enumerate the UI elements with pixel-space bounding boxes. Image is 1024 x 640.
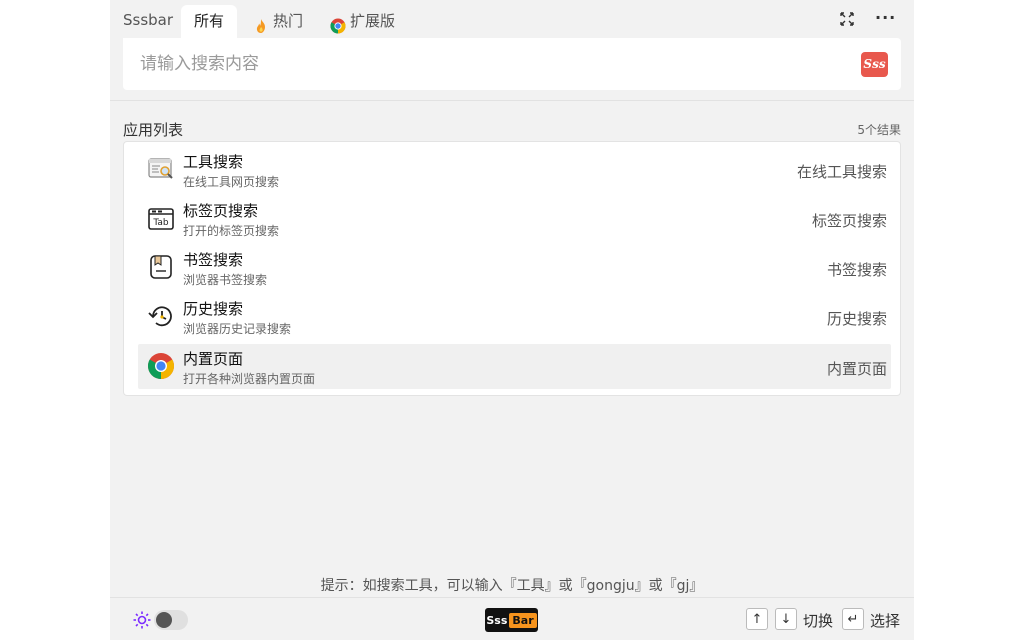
down-key: ↓	[775, 608, 797, 630]
divider	[110, 100, 914, 101]
list-item-title: 书签搜索	[183, 251, 244, 269]
enter-key: ↵	[842, 608, 864, 630]
expand-icon[interactable]	[840, 12, 854, 30]
tool-search-icon	[146, 154, 176, 184]
bookmark-icon	[146, 252, 176, 282]
list-item-desc: 浏览器书签搜索	[183, 273, 268, 287]
chrome-icon	[146, 351, 176, 381]
bottom-bar: Sss Bar ↑ ↓ 切换 ↵ 选择	[110, 597, 914, 640]
tab-icon-text: Tab	[152, 218, 169, 228]
list-item-title: 内置页面	[183, 350, 244, 368]
list-item-bookmark-search[interactable]: 书签搜索 浏览器书签搜索 书签搜索	[138, 245, 891, 290]
sssbar-logo: Sss Bar	[485, 608, 538, 632]
chrome-icon	[330, 14, 346, 33]
result-count: 5个结果	[857, 123, 901, 137]
tab-hot[interactable]: 热门	[243, 5, 313, 38]
list-item-desc: 在线工具网页搜索	[183, 175, 280, 189]
list-item-title: 历史搜索	[183, 300, 244, 318]
theme-toggle[interactable]	[154, 610, 188, 630]
more-icon[interactable]: ···	[875, 8, 896, 27]
logo-left-text: Sss	[486, 613, 508, 627]
toggle-knob	[156, 612, 172, 628]
fire-icon	[253, 14, 269, 33]
list-item-tool-search[interactable]: 工具搜索 在线工具网页搜索 在线工具搜索	[138, 147, 891, 192]
up-key: ↑	[746, 608, 768, 630]
top-bar: Sssbar 所有 热门 扩展版 ···	[110, 0, 914, 38]
list-item-builtin-pages[interactable]: 内置页面 打开各种浏览器内置页面 内置页面	[138, 344, 891, 389]
hint-text: 提示：如搜索工具，可以输入『工具』或『gongju』或『gj』	[320, 578, 704, 594]
search-box: Sss	[123, 38, 901, 90]
list-item-tab-search[interactable]: Tab 标签页搜索 打开的标签页搜索 标签页搜索	[138, 196, 891, 241]
moon-icon[interactable]	[190, 610, 210, 630]
tab-extension-label: 扩展版	[350, 12, 396, 30]
list-item-desc: 浏览器历史记录搜索	[183, 322, 292, 336]
logo-right-text: Bar	[509, 612, 537, 628]
list-item-desc: 打开的标签页搜索	[183, 224, 280, 238]
list-item-title: 工具搜索	[183, 153, 244, 171]
list-item-tag: 书签搜索	[826, 261, 887, 279]
list-item-tag: 在线工具搜索	[796, 163, 887, 181]
switch-label: 切换	[803, 612, 834, 630]
app-list: 工具搜索 在线工具网页搜索 在线工具搜索 Tab 标签页搜索 打开的标签页搜索 …	[123, 141, 901, 396]
list-item-history-search[interactable]: 历史搜索 浏览器历史记录搜索 历史搜索	[138, 294, 891, 339]
list-item-tag: 历史搜索	[826, 310, 887, 328]
tab-all-label: 所有	[193, 12, 224, 30]
tab-extension[interactable]: 扩展版	[320, 5, 410, 38]
sssbar-window: Sssbar 所有 热门 扩展版 ··· 请输入搜索内容 Sss 应用列表 5个…	[110, 0, 914, 640]
list-item-desc: 打开各种浏览器内置页面	[183, 372, 316, 386]
tab-all[interactable]: 所有	[181, 5, 237, 38]
list-title: 应用列表	[123, 121, 184, 139]
list-item-tag: 内置页面	[826, 360, 887, 378]
tab-search-icon: Tab	[146, 203, 176, 233]
sun-icon[interactable]	[132, 610, 152, 630]
brand-label: Sssbar	[123, 11, 174, 29]
search-input[interactable]	[123, 38, 843, 90]
sss-logo: Sss	[861, 52, 888, 77]
list-item-title: 标签页搜索	[183, 202, 259, 220]
list-item-tag: 标签页搜索	[811, 212, 887, 230]
tab-hot-label: 热门	[273, 12, 304, 30]
history-icon	[146, 301, 176, 331]
select-label: 选择	[870, 612, 901, 630]
